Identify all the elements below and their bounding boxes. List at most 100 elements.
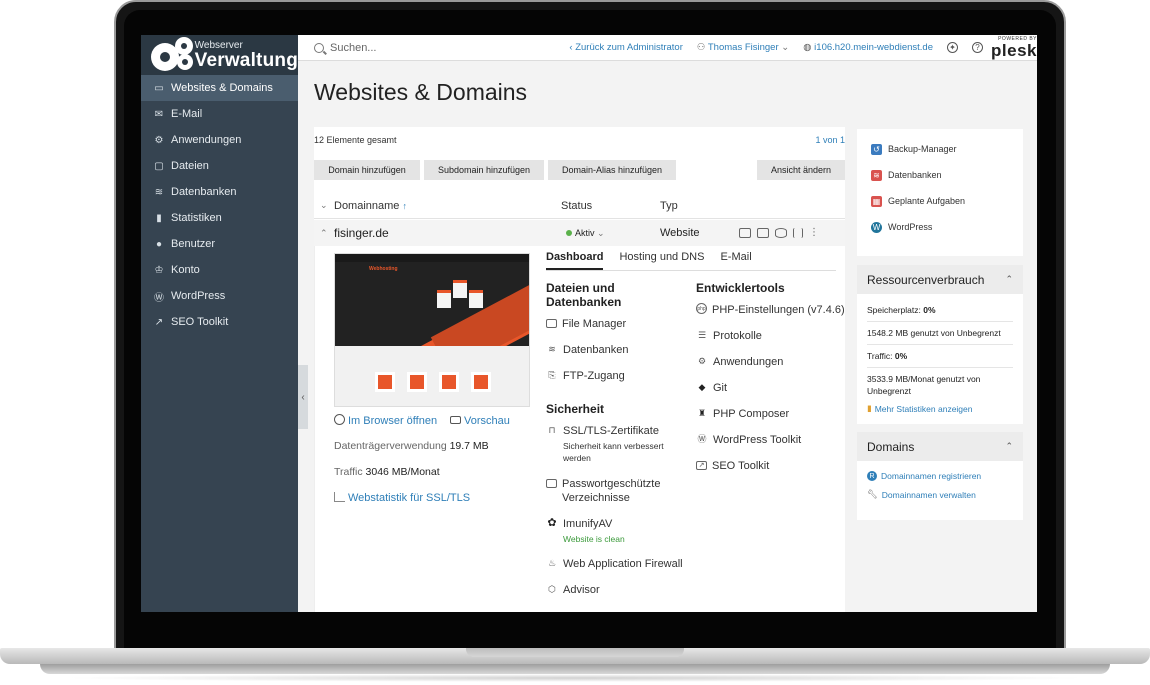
chevron-up-icon: ⌃ (1005, 441, 1013, 451)
add-subdomain-button[interactable]: Subdomain hinzufügen (424, 160, 544, 180)
database-icon: ≋ (548, 344, 556, 354)
applications-link[interactable]: ⚙ Anwendungen (696, 355, 783, 369)
sidebar-item-websites-domains[interactable]: ▭ Websites & Domains (141, 75, 298, 101)
sidebar-item-anwendungen[interactable]: ⚙ Anwendungen (141, 127, 298, 153)
pagination[interactable]: 1 von 1 (815, 135, 845, 145)
server-link[interactable]: ◍ i106.h20.mein-webdienst.de (803, 42, 933, 53)
ftp-icon: ⎘ (548, 370, 556, 380)
databases-link[interactable]: ≋ Datenbanken (546, 343, 628, 357)
more-options-icon[interactable]: ⋮ (809, 228, 819, 238)
tab-hosting-dns[interactable]: Hosting und DNS (619, 251, 704, 270)
change-view-button[interactable]: Ansicht ändern (757, 160, 845, 180)
domains-panel-header[interactable]: Domains ⌃ (857, 432, 1023, 461)
monitor-icon: ▭ (154, 82, 164, 94)
envelope-icon[interactable] (757, 228, 769, 238)
ftp-access-link[interactable]: ⎘ FTP-Zugang (546, 369, 624, 383)
scheduled-tasks-link[interactable]: ▦ Geplante Aufgaben (857, 188, 1023, 214)
wordpress-icon: Ⓦ (154, 292, 164, 304)
shield-icon[interactable]: ✦ (947, 42, 959, 53)
sidebar-item-dateien[interactable]: ▢ Dateien (141, 153, 298, 179)
php-settings-link[interactable]: php PHP-Einstellungen (v7.4.6) (696, 303, 845, 317)
wrench-icon: 🔧︎ (867, 489, 878, 499)
chart-line-icon: ↗ (696, 461, 707, 470)
wordpress-quick-link[interactable]: W WordPress (857, 214, 1023, 240)
brand-logo[interactable]: Webserver Verwaltung (141, 35, 298, 75)
globe-icon: ◍ (803, 42, 815, 53)
preview-link[interactable]: Vorschau (449, 415, 510, 427)
bar-chart-icon (334, 492, 345, 502)
protected-directories-link[interactable]: Passwortgeschützte Verzeichnisse (546, 477, 676, 505)
register-domains-link[interactable]: R Domainnamen registrieren (857, 471, 1023, 481)
back-to-admin-link[interactable]: ‹ Zurück zum Administrator (569, 42, 683, 53)
brand-small-text: Webserver (194, 39, 243, 51)
chevron-down-icon: ⌄ (778, 42, 790, 53)
add-domain-alias-button[interactable]: Domain-Alias hinzufügen (548, 160, 676, 180)
tab-dashboard[interactable]: Dashboard (546, 251, 604, 270)
file-manager-link[interactable]: File Manager (546, 317, 626, 331)
imunifyav-link[interactable]: ✿ ImunifyAV Website is clean (546, 517, 625, 545)
sidebar-item-benutzer[interactable]: ● Benutzer (141, 231, 298, 257)
dev-tools-heading: Entwicklertools (696, 281, 785, 295)
help-icon[interactable]: ? (972, 42, 984, 53)
column-domainname[interactable]: Domainname ↑ (334, 200, 407, 212)
more-statistics-link[interactable]: ▮ Mehr Statistiken anzeigen (857, 403, 1023, 414)
wordpress-toolkit-link[interactable]: Ⓦ WordPress Toolkit (696, 433, 801, 447)
sidebar-item-wordpress[interactable]: Ⓦ WordPress (141, 283, 298, 309)
bar-chart-icon: ▮ (867, 403, 872, 413)
php-composer-link[interactable]: ♜ PHP Composer (696, 407, 789, 421)
search-input[interactable] (330, 41, 510, 54)
disk-space-line: Speicherplatz: 0% (867, 305, 936, 315)
table-row[interactable]: ⌃ fisinger.de Aktiv ⌄ Website ⋮ (314, 220, 845, 246)
page-title: Websites & Domains (314, 79, 528, 105)
search-icon (314, 42, 324, 53)
column-status[interactable]: Status (561, 200, 592, 212)
sliders-icon[interactable] (793, 228, 803, 238)
quick-links-panel: ↺ Backup-Manager ≋ Datenbanken ▦ Geplante A… (857, 129, 1023, 256)
git-icon: ◆ (698, 382, 706, 392)
column-typ[interactable]: Typ (660, 200, 678, 212)
user-icon: ● (155, 238, 163, 250)
status-badge[interactable]: Aktiv ⌄ (566, 228, 605, 239)
webstats-link[interactable]: Webstatistik für SSL/TLS (334, 492, 470, 504)
globe-icon (334, 414, 345, 425)
folder-icon (546, 319, 557, 328)
manage-domains-link[interactable]: 🔧︎ Domainnamen verwalten (857, 489, 1023, 500)
advisor-link[interactable]: ⬡ Advisor (546, 583, 600, 597)
databases-quick-link[interactable]: ≋ Datenbanken (857, 162, 1023, 188)
sidebar-item-statistiken[interactable]: ▮ Statistiken (141, 205, 298, 231)
collapse-row-icon[interactable]: ⌃ (320, 228, 332, 239)
waf-link[interactable]: ♨ Web Application Firewall (546, 557, 683, 571)
tab-email[interactable]: E-Mail (720, 251, 751, 270)
expand-all-icon[interactable]: ⌄ (320, 200, 332, 211)
ssl-certificates-link[interactable]: ⊓ SSL/TLS-Zertifikate Sicherheit kann verb… (546, 424, 686, 464)
user-menu[interactable]: ⚇ Thomas Fisinger ⌄ (697, 42, 789, 53)
domain-name[interactable]: fisinger.de (334, 226, 389, 240)
detail-tabs: Dashboard Hosting und DNS E-Mail (546, 251, 836, 271)
gears-icon (153, 39, 193, 71)
folder-icon: ▢ (154, 160, 164, 172)
sidebar-item-seo-toolkit[interactable]: ↗ SEO Toolkit (141, 309, 298, 335)
traffic-usage-line: 3533.9 MB/Monat genutzt von Unbegrenzt (867, 374, 981, 396)
sidebar-item-email[interactable]: ✉ E-Mail (141, 101, 298, 127)
disk-usage: Datenträgerverwendung 19.7 MB (334, 440, 489, 452)
git-link[interactable]: ◆ Git (696, 381, 728, 395)
chart-line-icon: ↗ (154, 316, 164, 328)
imunify-status: Website is clean (563, 534, 625, 544)
add-domain-button[interactable]: Domain hinzufügen (314, 160, 420, 180)
folder-icon[interactable] (739, 228, 751, 238)
sidebar-collapse-handle[interactable]: ‹ (298, 365, 308, 429)
chevron-down-icon: ⌄ (594, 227, 605, 238)
website-thumbnail[interactable]: Webhosting (334, 253, 530, 407)
sidebar-item-datenbanken[interactable]: ≋ Datenbanken (141, 179, 298, 205)
items-count: 12 Elemente gesamt (314, 135, 397, 145)
wordpress-icon: W (871, 221, 882, 233)
database-icon[interactable] (775, 228, 787, 238)
backup-manager-link[interactable]: ↺ Backup-Manager (857, 136, 1023, 162)
sort-asc-icon: ↑ (402, 200, 407, 211)
seo-toolkit-link[interactable]: ↗ SEO Toolkit (696, 459, 769, 473)
open-in-browser-link[interactable]: Im Browser öffnen (334, 414, 437, 427)
logs-link[interactable]: ☰ Protokolle (696, 329, 762, 343)
resources-panel-header[interactable]: Ressourcenverbrauch ⌃ (857, 265, 1023, 294)
sidebar-item-konto[interactable]: ♔ Konto (141, 257, 298, 283)
backup-icon: ↺ (871, 143, 882, 155)
